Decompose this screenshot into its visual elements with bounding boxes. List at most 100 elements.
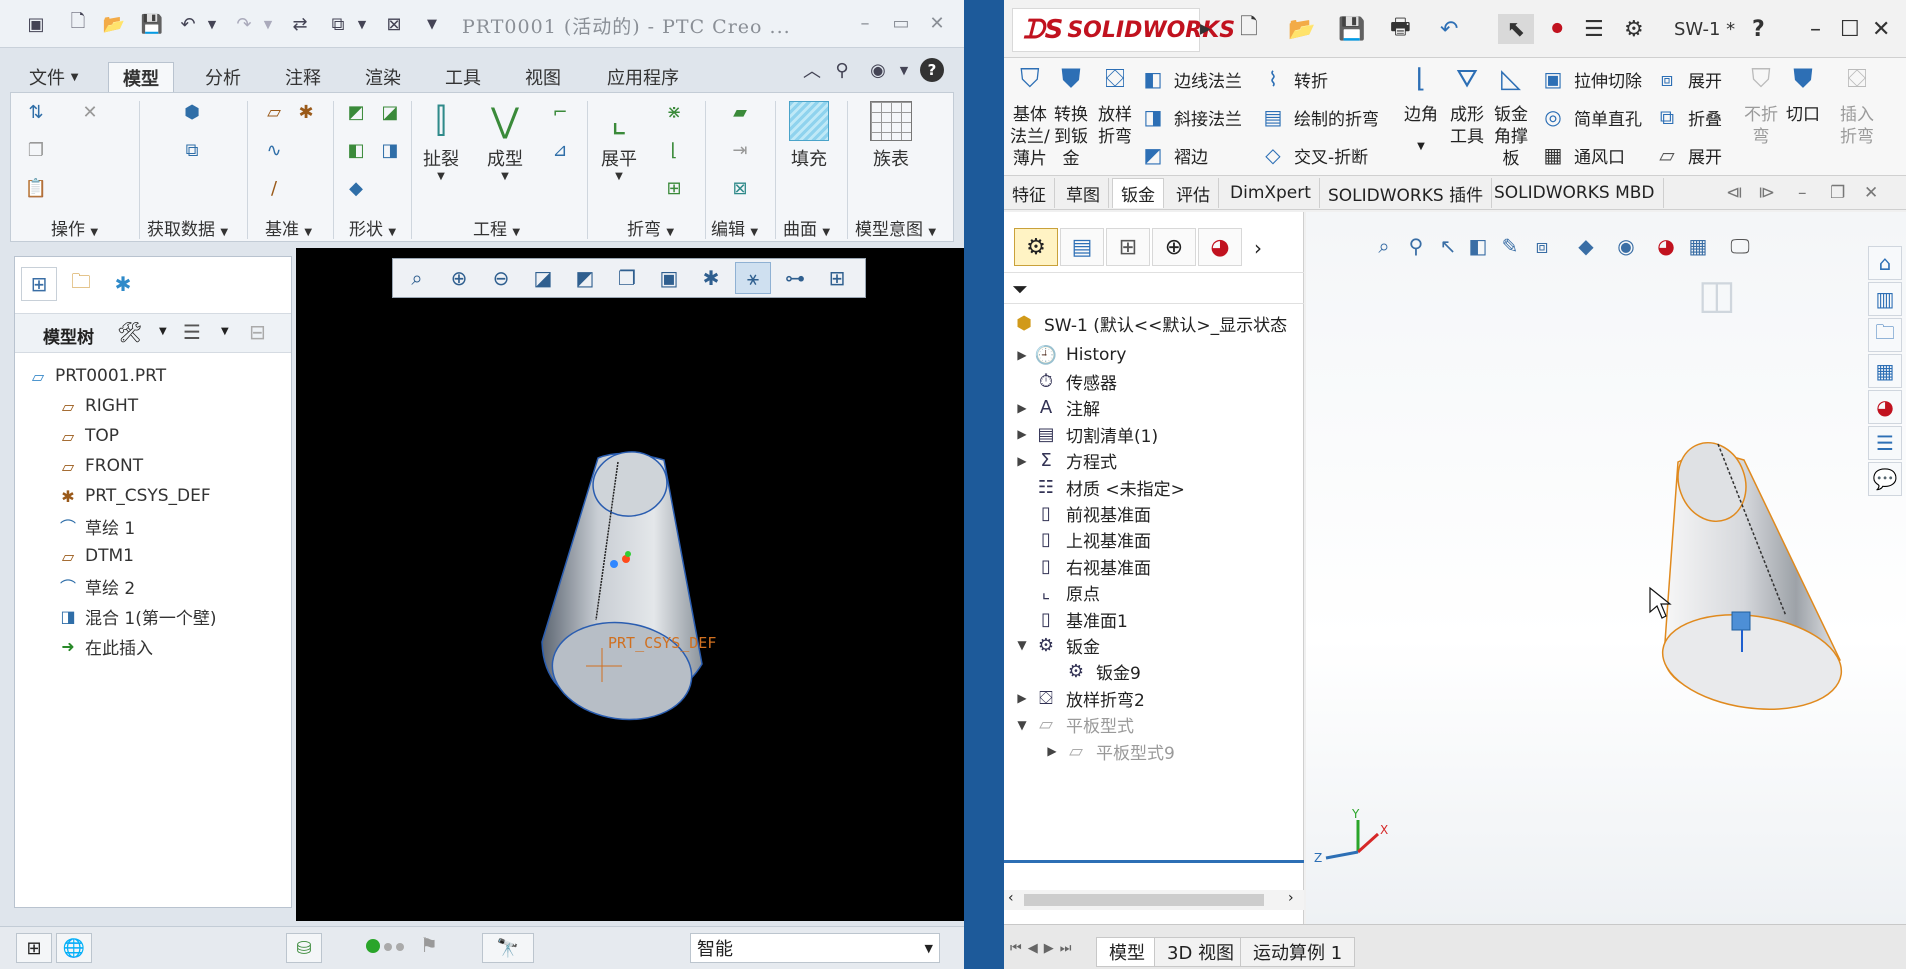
tab-view[interactable]: 视图 — [510, 62, 576, 92]
close-window-icon[interactable]: ⊠ — [382, 12, 406, 36]
new-document-icon[interactable]: 🗋 — [1240, 14, 1258, 44]
model-tree-item[interactable]: ▱ PRT0001.PRT — [25, 361, 166, 391]
open-document-icon[interactable]: 📂 — [1288, 14, 1315, 44]
tab-file[interactable]: 文件 ▼ — [14, 62, 93, 92]
regenerate-icon[interactable]: ⇄ — [288, 12, 312, 36]
extrude-wall-icon[interactable]: ◧ — [343, 137, 369, 163]
jog-button[interactable]: ⌇ 转折 — [1258, 64, 1328, 94]
group-bend[interactable]: 折弯 ▼ — [627, 215, 674, 240]
mirror-icon[interactable]: ⇥ — [727, 137, 753, 163]
tab-applications[interactable]: 应用程序 — [592, 62, 694, 92]
sw-minimize-icon[interactable]: – — [1810, 14, 1821, 44]
datum-display-filters-icon[interactable]: ✱ — [693, 262, 729, 294]
expand-arrow-icon[interactable]: ▼ — [1012, 638, 1032, 652]
community-dropdown-icon[interactable]: ▼ — [892, 58, 916, 82]
zoom-out-icon[interactable]: ⊖ — [483, 262, 519, 294]
property-manager-tab-icon[interactable]: ▤ — [1060, 228, 1104, 266]
tile-right-icon[interactable]: ⧐ — [1750, 178, 1783, 208]
model-tree-item[interactable]: ⌒ 草绘 1 — [55, 511, 135, 541]
repaint-icon[interactable]: ◪ — [525, 262, 561, 294]
expand-arrow-icon[interactable]: ▶ — [1042, 744, 1062, 758]
tab-model-bottom[interactable]: 模型 — [1096, 937, 1158, 967]
base-flange-button[interactable]: ⛉ 基体 法兰/ 薄片 — [1010, 66, 1050, 170]
model-tree-item[interactable]: ✱ PRT_CSYS_DEF — [55, 481, 210, 511]
datum-axis-icon[interactable]: / — [261, 175, 287, 201]
tab-model[interactable]: 模型 — [108, 62, 174, 92]
insert-bends-button[interactable]: ⛋ 插入 折弯 — [1840, 66, 1874, 148]
scroll-left-icon[interactable]: ‹ — [1008, 890, 1014, 906]
model-tree-item[interactable]: ▱ TOP — [55, 421, 119, 451]
tab-scroll-arrows-icon[interactable]: ⏮◀▶⏭ — [1010, 941, 1077, 956]
corners-button[interactable]: ⌊ 边角 ▼ — [1404, 66, 1438, 158]
help-icon[interactable]: ? — [920, 58, 944, 82]
show-icon[interactable]: ☰ — [183, 320, 201, 344]
app-menu-icon[interactable]: ▣ — [24, 12, 48, 36]
miter-flange-button[interactable]: ◨ 斜接法兰 — [1138, 102, 1242, 132]
file-properties-icon[interactable]: ☰ — [1584, 14, 1604, 44]
bend-back-icon[interactable]: ⊞ — [661, 175, 687, 201]
sketch-icon[interactable]: ∿ — [261, 137, 287, 163]
simple-hole-button[interactable]: ◎ 简单直孔 — [1538, 102, 1642, 132]
group-shape[interactable]: 形状 ▼ — [349, 215, 396, 240]
datum-plane-icon[interactable]: ▱ — [261, 99, 287, 125]
planar-wall-icon[interactable]: ◩ — [343, 99, 369, 125]
csys-icon[interactable]: ✱ — [293, 99, 319, 125]
doc-restore-icon[interactable]: ❐ — [1822, 178, 1853, 208]
model-tree-item[interactable]: ▱ DTM1 — [55, 541, 134, 571]
sw-help-icon[interactable]: ? — [1752, 14, 1765, 44]
cross-break-button[interactable]: ◇ 交叉-折断 — [1258, 140, 1368, 170]
creo-graphics-area[interactable]: PRT_CSYS_DEF — [296, 248, 964, 921]
minimize-icon[interactable]: – — [854, 12, 876, 34]
expand-arrow-icon[interactable]: ▶ — [1012, 401, 1032, 415]
customize-toolbar-icon[interactable]: ▼ — [420, 12, 444, 36]
scroll-right-icon[interactable]: › — [1288, 890, 1294, 906]
display-style-icon[interactable]: ◩ — [567, 262, 603, 294]
tree-settings-icon[interactable]: 🛠 — [117, 320, 142, 344]
print-icon[interactable]: 🖶 — [1390, 14, 1411, 44]
tab-evaluate[interactable]: 评估 — [1168, 178, 1219, 208]
model-tree-item[interactable]: ⌒ 草绘 2 — [55, 571, 135, 601]
flatten-button[interactable]: ▱ 展开 — [1652, 140, 1722, 170]
gusset-button[interactable]: ◺ 钣金 角撑 板 — [1494, 66, 1528, 170]
regenerate-icon[interactable]: ⇅ — [23, 99, 49, 125]
form-button[interactable]: ⋁ 成型 ▼ — [481, 97, 529, 182]
options-gear-icon[interactable]: ⚙ — [1624, 14, 1644, 44]
group-operations[interactable]: 操作 ▼ — [51, 215, 98, 240]
feature-tree-tab-icon[interactable]: ⚙ — [1014, 228, 1058, 266]
family-table-button[interactable]: 族表 — [867, 97, 915, 171]
model-tree-item[interactable]: ➜ 在此插入 — [55, 631, 153, 661]
lofted-bend-button[interactable]: ⛋ 放样 折弯 — [1098, 66, 1132, 148]
copy-geometry-icon[interactable]: ⧉ — [179, 137, 205, 163]
sw-graphics-area[interactable]: ⌕ ⚲ ↖ ◧ ✎ ⧈ ◆ ◉ ◕ ▦ 🖵 ◫ ⌂ ▥ 🗀 ▦ ◕ ☰ 💬 Y … — [1306, 212, 1906, 924]
solid-icon[interactable]: ◆ — [343, 175, 369, 201]
tree-root[interactable]: ⬢ SW-1 (默认<<默认>_显示状态 — [1010, 308, 1287, 338]
tab-sheet-metal[interactable]: 钣金 — [1112, 178, 1164, 208]
expand-arrow-icon[interactable]: ▶ — [1012, 348, 1032, 362]
funnel-filter-icon[interactable]: ⏷ — [1012, 277, 1028, 301]
annotation-display-icon[interactable]: ⚹ — [735, 262, 771, 294]
view-manager-icon[interactable]: ▣ — [651, 262, 687, 294]
tab-addins[interactable]: SOLIDWORKS 插件 — [1320, 178, 1493, 208]
vent-button[interactable]: ▦ 通风口 — [1538, 140, 1625, 170]
sw-cone-model[interactable]: Y X Z — [1306, 212, 1906, 924]
select-pointer-icon[interactable]: ⬉ — [1498, 14, 1534, 44]
pattern-icon[interactable]: ▰ — [727, 99, 753, 125]
group-edit[interactable]: 编辑 ▼ — [711, 215, 758, 240]
configuration-manager-tab-icon[interactable]: ⊞ — [1106, 228, 1150, 266]
hem-button[interactable]: ◩ 褶边 — [1138, 140, 1208, 170]
forming-tool-button[interactable]: ⛛ 成形 工具 — [1450, 66, 1484, 148]
tab-analysis[interactable]: 分析 — [190, 62, 256, 92]
tab-features[interactable]: 特征 — [1004, 178, 1055, 208]
flat-wall-icon[interactable]: ◪ — [377, 99, 403, 125]
collapse-ribbon-icon[interactable]: ︿ — [800, 58, 824, 82]
expand-arrow-icon[interactable]: ▶ — [1012, 691, 1032, 705]
rip-button-sw[interactable]: ⛊ 切口 — [1786, 66, 1820, 126]
display-manager-tab-icon[interactable]: ◕ — [1198, 228, 1242, 266]
sw-close-icon[interactable]: ✕ — [1872, 14, 1890, 44]
corner-relief-icon[interactable]: ⌐ — [547, 99, 573, 125]
selection-filter-select[interactable]: 智能 ▼ — [690, 933, 940, 963]
unfold-button[interactable]: ⧈ 展开 — [1652, 64, 1722, 94]
doc-close-icon[interactable]: ✕ — [1856, 178, 1886, 208]
tile-left-icon[interactable]: ⧏ — [1718, 178, 1751, 208]
new-file-icon[interactable]: 🗋 — [66, 11, 90, 36]
